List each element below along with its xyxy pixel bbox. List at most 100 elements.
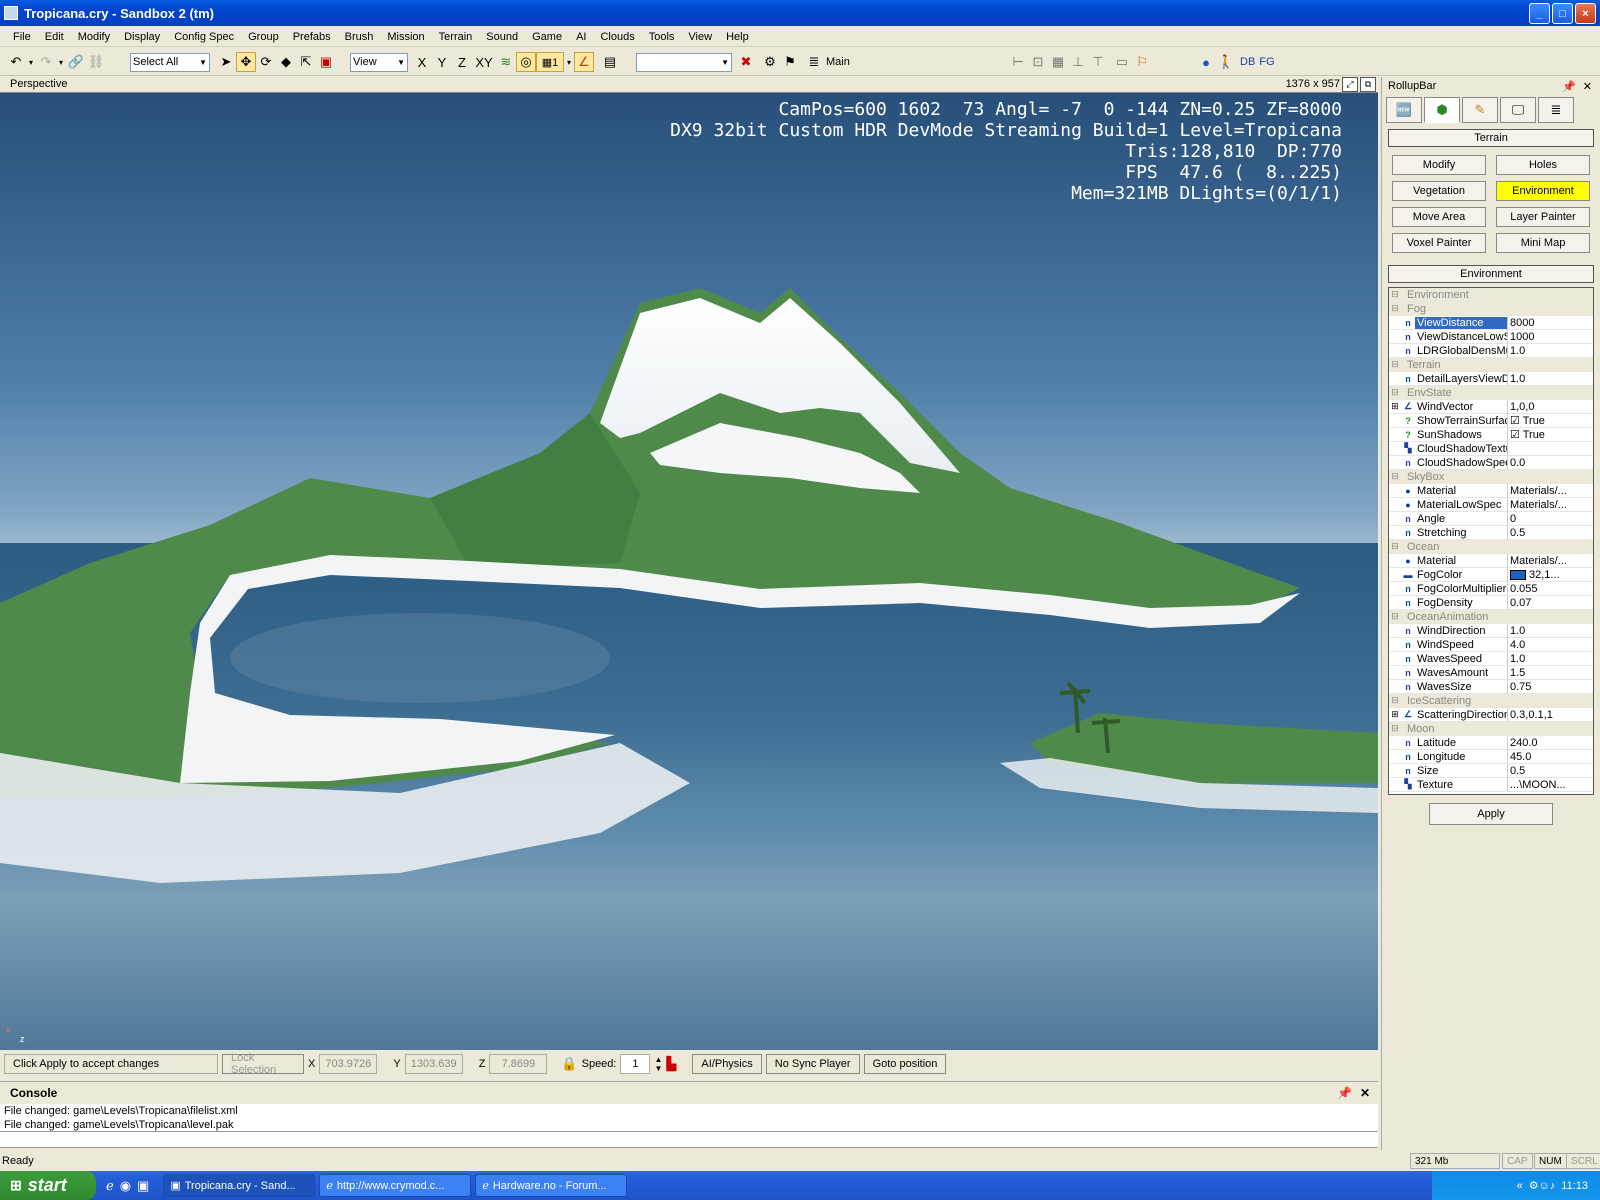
property-category[interactable]: ⊟ EnvState bbox=[1389, 386, 1593, 400]
firefox-icon[interactable]: ◉ bbox=[120, 1178, 131, 1194]
menu-game[interactable]: Game bbox=[525, 31, 569, 43]
restore-button[interactable]: □ bbox=[1552, 3, 1573, 24]
property-value[interactable]: 1,0,0 bbox=[1507, 399, 1593, 414]
collapse-icon[interactable]: ⊟ bbox=[1389, 471, 1401, 482]
property-category[interactable]: ⊟ Moon bbox=[1389, 722, 1593, 736]
named-selection-combo[interactable]: ▼ bbox=[636, 52, 732, 72]
axis-x-button[interactable]: X bbox=[412, 52, 432, 72]
property-category[interactable]: ⊟ Fog bbox=[1389, 302, 1593, 316]
collapse-icon[interactable]: ⊟ bbox=[1389, 289, 1401, 300]
grid-snap-icon[interactable]: ▦1 bbox=[536, 52, 564, 72]
property-value[interactable]: ...\MOON... bbox=[1507, 777, 1593, 792]
property-category[interactable]: ⊟ SkyBox bbox=[1389, 470, 1593, 484]
property-row[interactable]: ● Material Materials/... bbox=[1389, 483, 1593, 498]
collapse-icon[interactable]: ⊟ bbox=[1389, 387, 1401, 398]
lock-selection-button[interactable]: Lock Selection bbox=[222, 1052, 304, 1076]
collapse-icon[interactable]: ⊟ bbox=[1389, 723, 1401, 734]
property-row[interactable]: n ViewDistance 8000 bbox=[1389, 315, 1593, 330]
property-value[interactable] bbox=[1507, 441, 1593, 456]
property-value[interactable]: 1.0 bbox=[1507, 651, 1593, 666]
property-value[interactable]: 0.0 bbox=[1507, 455, 1593, 470]
rect-select-icon[interactable]: ▣ bbox=[316, 52, 336, 72]
task-hardware[interactable]: ℯ Hardware.no - Forum... bbox=[475, 1174, 628, 1197]
tab-display[interactable]: 🖵 bbox=[1500, 97, 1536, 123]
property-category[interactable]: ⊟ IceScattering bbox=[1389, 694, 1593, 708]
menu-help[interactable]: Help bbox=[719, 31, 756, 43]
tool-button-move-area[interactable]: Move Area bbox=[1392, 207, 1486, 227]
collapse-icon[interactable]: ⊟ bbox=[1389, 541, 1401, 552]
console-input[interactable] bbox=[0, 1132, 1378, 1148]
fg-button[interactable]: FG bbox=[1259, 56, 1274, 68]
selection-combo[interactable]: Select All ▼ bbox=[130, 52, 210, 72]
property-value[interactable]: Materials/... bbox=[1507, 483, 1593, 498]
layer-label[interactable]: Main bbox=[826, 56, 850, 68]
property-value[interactable]: 32,1... bbox=[1507, 567, 1593, 582]
close-icon[interactable]: ✕ bbox=[1360, 1086, 1370, 1100]
property-value[interactable]: 1000 bbox=[1507, 329, 1593, 344]
property-value[interactable]: 0.07 bbox=[1507, 595, 1593, 610]
angle-snap-icon[interactable]: ∠ bbox=[574, 52, 594, 72]
flag-icon[interactable]: ⚐ bbox=[1132, 52, 1152, 72]
property-value[interactable]: 45.0 bbox=[1507, 749, 1593, 764]
property-row[interactable]: n WavesSpeed 1.0 bbox=[1389, 651, 1593, 666]
redo-icon[interactable]: ↷ bbox=[36, 52, 56, 72]
align-icon[interactable]: ⊢ bbox=[1008, 52, 1028, 72]
app-icon[interactable]: ▣ bbox=[137, 1178, 149, 1194]
property-row[interactable]: n Latitude 240.0 bbox=[1389, 735, 1593, 750]
property-value[interactable]: 1.0 bbox=[1507, 343, 1593, 358]
speed-field[interactable]: 1 bbox=[620, 1054, 651, 1074]
collapse-icon[interactable]: ⊟ bbox=[1389, 303, 1401, 314]
terrain-follow-icon[interactable]: ▙ bbox=[666, 1056, 676, 1072]
property-value[interactable]: ☑ True bbox=[1507, 413, 1593, 428]
menu-config-spec[interactable]: Config Spec bbox=[167, 31, 241, 43]
environment-panel-header[interactable]: Environment bbox=[1388, 265, 1594, 283]
collapse-icon[interactable]: ⊟ bbox=[1389, 359, 1401, 370]
align-grid-icon[interactable]: ⊡ bbox=[1028, 52, 1048, 72]
property-row[interactable]: ? SunShadows ☑ True bbox=[1389, 427, 1593, 442]
dropdown-arrow-icon[interactable]: ▾ bbox=[56, 52, 66, 72]
terrain-snap-icon[interactable]: ≋ bbox=[496, 52, 516, 72]
property-row[interactable]: n LDRGlobalDensMul 1.0 bbox=[1389, 343, 1593, 358]
unlink-icon[interactable]: ⛓ bbox=[86, 52, 106, 72]
property-row[interactable]: n Angle 0 bbox=[1389, 511, 1593, 526]
object-snap-icon[interactable]: ◎ bbox=[516, 52, 536, 72]
db-button[interactable]: DB bbox=[1240, 56, 1255, 68]
property-row[interactable]: n Longitude 45.0 bbox=[1389, 749, 1593, 764]
move-icon[interactable]: ✥ bbox=[236, 52, 256, 72]
globe-icon[interactable]: ● bbox=[1196, 52, 1216, 72]
menu-modify[interactable]: Modify bbox=[71, 31, 117, 43]
tab-layers[interactable]: ≣ bbox=[1538, 97, 1574, 123]
link-icon[interactable]: 🔗 bbox=[66, 52, 86, 72]
align-object-icon[interactable]: ⊤ bbox=[1088, 52, 1108, 72]
undo-icon[interactable]: ↶ bbox=[6, 52, 26, 72]
property-row[interactable]: n Stretching 0.5 bbox=[1389, 525, 1593, 540]
property-row[interactable]: ▚ CloudShadowTextu bbox=[1389, 441, 1593, 456]
tool-button-voxel-painter[interactable]: Voxel Painter bbox=[1392, 233, 1486, 253]
property-row[interactable]: ● Material Materials/... bbox=[1389, 553, 1593, 568]
pin-icon[interactable]: 📌 bbox=[1337, 1086, 1352, 1100]
task-crymod[interactable]: ℯ http://www.crymod.c... bbox=[319, 1174, 472, 1197]
menu-clouds[interactable]: Clouds bbox=[593, 31, 641, 43]
maximize-viewport-icon[interactable]: ⤢ bbox=[1342, 77, 1358, 92]
axis-z-button[interactable]: Z bbox=[452, 52, 472, 72]
property-value[interactable]: 1.5 bbox=[1507, 665, 1593, 680]
menu-edit[interactable]: Edit bbox=[38, 31, 71, 43]
property-row[interactable]: ● MaterialLowSpec Materials/... bbox=[1389, 497, 1593, 512]
property-value[interactable]: ☑ True bbox=[1507, 427, 1593, 442]
pin-icon[interactable]: 📌 bbox=[1562, 80, 1576, 93]
terrain-section-header[interactable]: Terrain bbox=[1388, 129, 1594, 147]
player-icon[interactable]: 🚶 bbox=[1216, 52, 1236, 72]
y-coordinate-field[interactable]: 1303.639 bbox=[404, 1054, 463, 1074]
property-value[interactable]: 240.0 bbox=[1507, 735, 1593, 750]
viewport-name[interactable]: Perspective bbox=[10, 78, 67, 90]
property-row[interactable]: n Size 0.5 bbox=[1389, 763, 1593, 778]
property-row[interactable]: n WindSpeed 4.0 bbox=[1389, 637, 1593, 652]
x-coordinate-field[interactable]: 703.9726 bbox=[319, 1054, 378, 1074]
start-button[interactable]: ⊞ start bbox=[0, 1171, 96, 1200]
menu-terrain[interactable]: Terrain bbox=[432, 31, 480, 43]
menu-display[interactable]: Display bbox=[117, 31, 167, 43]
menu-mission[interactable]: Mission bbox=[380, 31, 431, 43]
align-terrain-icon[interactable]: ⊥ bbox=[1068, 52, 1088, 72]
coord-system-combo[interactable]: View ▼ bbox=[350, 52, 408, 72]
scale-icon[interactable]: ◆ bbox=[276, 52, 296, 72]
